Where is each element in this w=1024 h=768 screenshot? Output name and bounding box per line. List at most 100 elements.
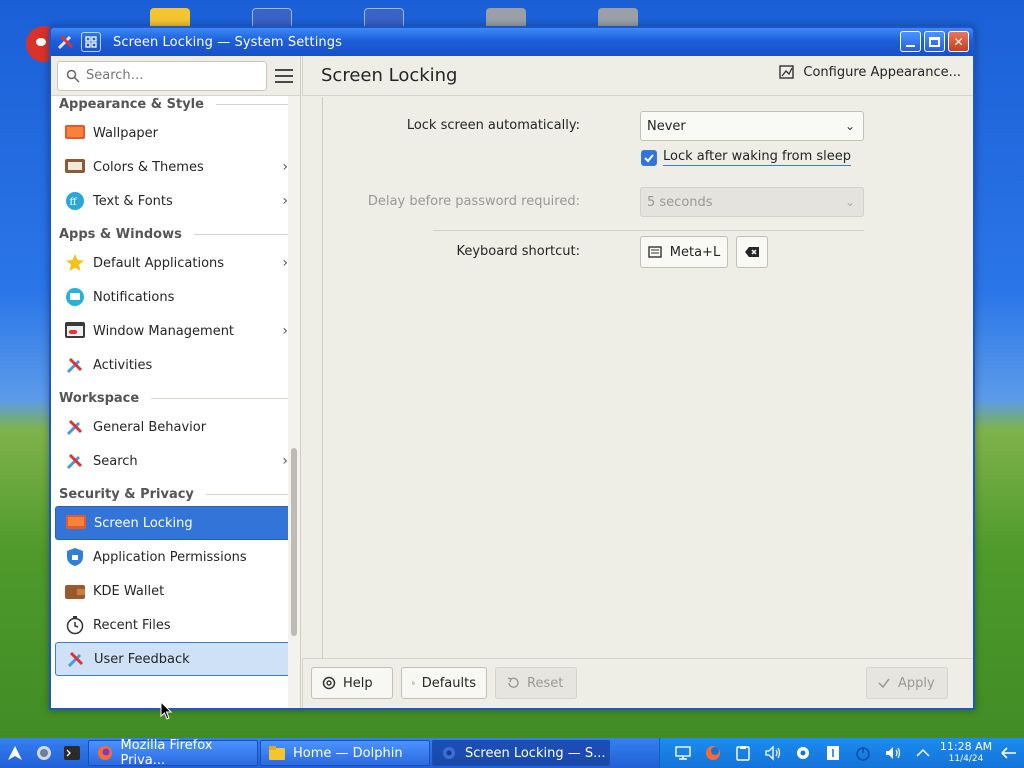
sidebar-item-kde-wallet[interactable]: KDE Wallet xyxy=(55,574,296,608)
section-label: Appearance & Style xyxy=(59,96,204,112)
sidebar-item-window-management[interactable]: Window Management › xyxy=(55,314,296,348)
window-management-icon xyxy=(65,321,85,341)
tray-expand-icon[interactable] xyxy=(908,738,938,768)
titlebar[interactable]: Screen Locking — System Settings ✕ xyxy=(51,28,973,56)
show-desktop-icon[interactable] xyxy=(994,738,1024,768)
sidebar-item-label: User Feedback xyxy=(94,651,190,667)
section-apps-windows: Apps & Windows xyxy=(51,222,300,246)
apply-button[interactable]: Apply xyxy=(866,667,948,699)
reset-icon xyxy=(507,677,519,688)
tray-firefox-update-icon[interactable] xyxy=(698,738,728,768)
tray-power-icon[interactable] xyxy=(848,738,878,768)
maximize-icon xyxy=(929,36,940,47)
chevron-down-icon: ⌄ xyxy=(844,119,855,133)
start-menu-button[interactable] xyxy=(0,738,30,768)
sidebar-item-label: KDE Wallet xyxy=(93,583,165,599)
search-input[interactable] xyxy=(86,68,266,83)
clock-date: 11/4/24 xyxy=(948,754,984,764)
lock-after-sleep-row[interactable]: Lock after waking from sleep xyxy=(641,149,852,166)
activities-icon xyxy=(65,355,85,375)
taskbar-launcher-globe[interactable] xyxy=(30,738,58,768)
mouse-cursor-icon xyxy=(160,701,173,720)
help-button[interactable]: Help xyxy=(311,667,393,699)
sidebar-item-label: Default Applications xyxy=(93,255,225,271)
task-settings-label: Screen Locking — S... xyxy=(465,745,606,761)
user-feedback-icon xyxy=(66,649,86,669)
sidebar-scrollbar[interactable] xyxy=(288,96,300,708)
sidebar-item-colors-themes[interactable]: Colors & Themes › xyxy=(55,150,296,184)
delay-value: 5 seconds xyxy=(647,194,713,210)
settings-app-icon[interactable] xyxy=(55,31,77,53)
system-settings-icon xyxy=(443,747,455,759)
backspace-icon xyxy=(745,247,759,257)
search-settings-icon xyxy=(65,451,85,471)
wallpaper-icon xyxy=(65,123,85,143)
close-button[interactable]: ✕ xyxy=(948,31,969,52)
minimize-button[interactable] xyxy=(900,31,921,52)
task-system-settings[interactable]: Screen Locking — S... xyxy=(432,740,610,766)
tray-settings-gear-icon[interactable] xyxy=(788,738,818,768)
section-workspace: Workspace xyxy=(51,386,300,410)
shield-icon xyxy=(65,547,85,567)
grid-menu-icon[interactable] xyxy=(81,32,101,52)
tray-notes-icon[interactable] xyxy=(818,738,848,768)
section-label: Security & Privacy xyxy=(59,486,194,502)
sidebar-item-text-fonts[interactable]: ff Text & Fonts › xyxy=(55,184,296,218)
delay-label: Delay before password required: xyxy=(367,194,580,209)
shortcut-button[interactable]: Meta+L xyxy=(640,236,728,268)
taskbar-launcher-terminal[interactable] xyxy=(58,738,86,768)
sidebar-list[interactable]: Appearance & Style Wallpaper Colors & Th… xyxy=(51,96,300,708)
lock-auto-select[interactable]: Never ⌄ xyxy=(640,111,864,141)
notifications-icon xyxy=(65,287,85,307)
hamburger-menu-button[interactable] xyxy=(275,64,294,88)
maximize-button[interactable] xyxy=(924,31,945,52)
sidebar-item-user-feedback[interactable]: User Feedback xyxy=(55,642,296,676)
defaults-label: Defaults xyxy=(421,675,476,691)
tray-network-icon[interactable] xyxy=(668,738,698,768)
sidebar-item-recent-files[interactable]: Recent Files xyxy=(55,608,296,642)
sidebar-item-label: Activities xyxy=(93,357,153,373)
search-field[interactable] xyxy=(57,60,267,91)
window-title: Screen Locking — System Settings xyxy=(113,34,342,50)
lock-after-sleep-checkbox[interactable] xyxy=(641,149,657,166)
sidebar-item-label: Notifications xyxy=(93,289,175,305)
configure-appearance-button[interactable]: Configure Appearance... xyxy=(779,64,961,80)
form-divider xyxy=(433,230,864,231)
sidebar-item-notifications[interactable]: Notifications xyxy=(55,280,296,314)
tray-clipboard-icon[interactable] xyxy=(728,738,758,768)
scrollbar-thumb[interactable] xyxy=(291,448,297,636)
task-dolphin[interactable]: Home — Dolphin xyxy=(260,740,430,766)
sidebar-item-application-permissions[interactable]: Application Permissions xyxy=(55,540,296,574)
sidebar-item-wallpaper[interactable]: Wallpaper xyxy=(55,116,296,150)
check-icon xyxy=(644,153,654,162)
defaults-icon xyxy=(412,681,415,685)
reset-button[interactable]: Reset xyxy=(495,667,577,699)
section-label: Apps & Windows xyxy=(59,226,182,242)
keyboard-icon xyxy=(648,246,662,258)
sidebar-item-activities[interactable]: Activities xyxy=(55,348,296,382)
tray-volume-icon[interactable] xyxy=(758,738,788,768)
task-firefox-label: Mozilla Firefox Priva... xyxy=(120,738,213,768)
section-security-privacy: Security & Privacy xyxy=(51,482,300,506)
general-behavior-icon xyxy=(65,417,85,437)
help-icon xyxy=(322,676,336,690)
minimize-icon xyxy=(906,44,915,47)
delay-select[interactable]: 5 seconds ⌄ xyxy=(640,187,864,217)
lock-after-sleep-label[interactable]: Lock after waking from sleep xyxy=(663,149,852,166)
text-fonts-icon: ff xyxy=(65,191,85,211)
system-tray: 11:28 AM 11/4/24 xyxy=(659,738,1024,768)
star-icon xyxy=(65,253,85,273)
screen-locking-icon xyxy=(66,513,86,533)
clock[interactable]: 11:28 AM 11/4/24 xyxy=(938,741,994,765)
task-firefox[interactable]: Mozilla Firefox Priva... xyxy=(88,738,258,768)
sidebar-item-search[interactable]: Search › xyxy=(55,444,296,478)
tray-speaker-icon[interactable] xyxy=(878,738,908,768)
defaults-button[interactable]: Defaults xyxy=(401,667,487,699)
sidebar-item-screen-locking[interactable]: Screen Locking xyxy=(55,506,296,540)
lock-auto-label: Lock screen automatically: xyxy=(406,118,580,133)
clear-shortcut-button[interactable] xyxy=(736,236,768,268)
sidebar-item-default-applications[interactable]: Default Applications › xyxy=(55,246,296,280)
section-label: Workspace xyxy=(59,390,140,406)
sidebar-item-label: Text & Fonts xyxy=(93,193,173,209)
sidebar-item-general-behavior[interactable]: General Behavior xyxy=(55,410,296,444)
